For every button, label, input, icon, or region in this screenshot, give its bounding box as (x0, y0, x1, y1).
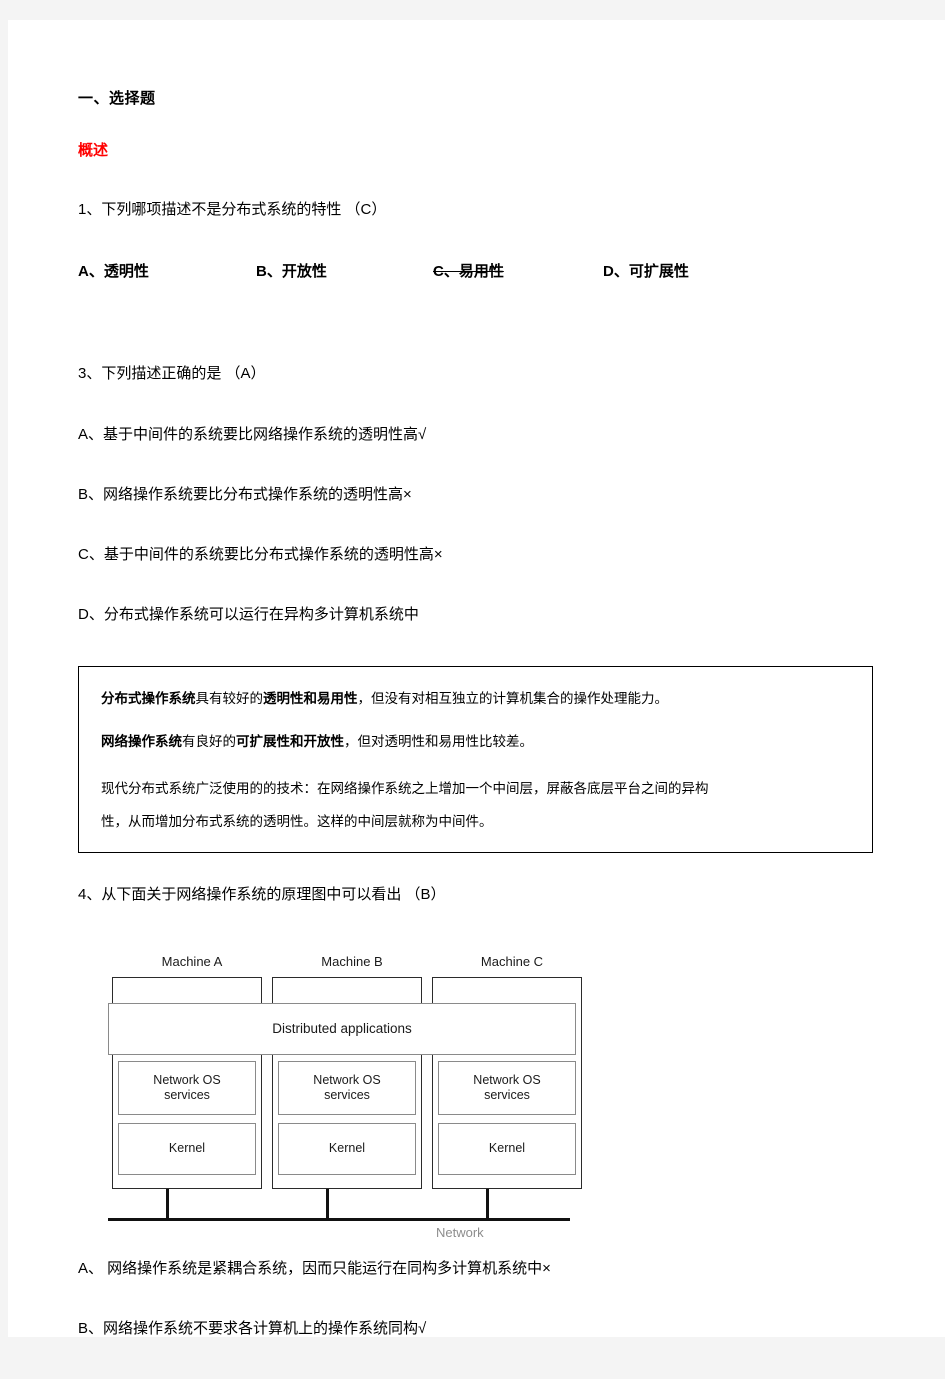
topic-heading: 概述 (78, 142, 109, 159)
machine-a-network-os-services-box: Network OS services (118, 1060, 256, 1115)
question-1-option-c: C、易用性 (433, 263, 504, 281)
services-line-2: services (164, 1087, 210, 1102)
machine-c-services-label: Network OS services (473, 1073, 540, 1104)
machine-a-label: Machine A (161, 953, 223, 969)
question-3-option-a: A、基于中间件的系统要比网络操作系统的透明性高√ (78, 425, 427, 443)
machine-c-kernel-label: Kernel (488, 1141, 526, 1156)
services-line-2: services (484, 1087, 530, 1102)
question-1-option-b: B、开放性 (256, 263, 327, 281)
diagram-inner: Machine A Machine B Machine C Distribute… (106, 953, 582, 1237)
machine-b-network-os-services-box: Network OS services (278, 1060, 416, 1115)
machine-b-services-label: Network OS services (313, 1073, 380, 1104)
machine-c-network-drop (486, 1188, 489, 1219)
machine-c-label: Machine C (480, 953, 544, 969)
machine-c-kernel-box: Kernel (438, 1122, 576, 1175)
machine-b-kernel-label: Kernel (328, 1141, 366, 1156)
question-3-prompt: 3、下列描述正确的是 （A） (78, 365, 266, 383)
note-line-1-tail: ，但没有对相互独立的计算机集合的操作处理能力。 (357, 690, 669, 706)
question-1-options: A、透明性 B、开放性 C、易用性 D、可扩展性 (78, 260, 888, 280)
note-line-4: 性，从而增加分布式系统的透明性。这样的中间层就称为中间件。 (101, 813, 493, 829)
question-1-option-d: D、可扩展性 (603, 263, 689, 281)
note-line-2-mid: 有良好的 (182, 734, 236, 750)
machine-b-network-drop (326, 1188, 329, 1219)
note-line-2: 网络操作系统有良好的可扩展性和开放性，但对透明性和易用性比较差。 (101, 732, 850, 752)
services-line-1: Network OS (313, 1072, 381, 1087)
services-line-1: Network OS (153, 1072, 221, 1087)
machine-a-kernel-label: Kernel (168, 1141, 206, 1156)
note-line-1-bold-attrs: 透明性和易用性 (263, 690, 358, 706)
document-page: 一、选择题 概述 1、下列哪项描述不是分布式系统的特性 （C） A、透明性 B、… (8, 20, 945, 1337)
note-line-1-mid: 具有较好的 (195, 690, 264, 706)
network-label: Network (436, 1224, 484, 1237)
network-os-diagram: Machine A Machine B Machine C Distribute… (96, 944, 588, 1237)
distributed-applications-box: Distributed applications (108, 1002, 576, 1055)
machine-b-kernel-box: Kernel (278, 1122, 416, 1175)
machine-a-network-drop (166, 1188, 169, 1219)
distributed-applications-label: Distributed applications (272, 1021, 412, 1037)
question-3-option-b: B、网络操作系统要比分布式操作系统的透明性高× (78, 485, 412, 503)
question-1-prompt: 1、下列哪项描述不是分布式系统的特性 （C） (78, 201, 387, 218)
explanation-note-box: 分布式操作系统具有较好的透明性和易用性，但没有对相互独立的计算机集合的操作处理能… (78, 665, 873, 853)
question-3-option-d: D、分布式操作系统可以运行在异构多计算机系统中 (78, 606, 419, 624)
diagram-frame: Machine A Machine B Machine C Distribute… (96, 944, 588, 1237)
document-content: 一、选择题 概述 1、下列哪项描述不是分布式系统的特性 （C） A、透明性 B、… (78, 90, 888, 1379)
services-line-1: Network OS (473, 1072, 541, 1087)
note-line-1-bold-term: 分布式操作系统 (101, 690, 196, 706)
section-heading: 一、选择题 (78, 90, 156, 107)
note-line-3: 现代分布式系统广泛使用的的技术：在网络操作系统之上增加一个中间层，屏蔽各底层平台… (101, 780, 709, 796)
question-4-option-b: B、网络操作系统不要求各计算机上的操作系统同构√ (78, 1320, 427, 1337)
question-4-option-a: A、 网络操作系统是紧耦合系统，因而只能运行在同构多计算机系统中× (78, 1259, 551, 1277)
network-bus-line (108, 1217, 570, 1221)
note-line-2-bold-term: 网络操作系统 (101, 734, 182, 750)
question-1-option-a: A、透明性 (78, 263, 149, 281)
question-3-option-c: C、基于中间件的系统要比分布式操作系统的透明性高× (78, 546, 443, 563)
note-line-1: 分布式操作系统具有较好的透明性和易用性，但没有对相互独立的计算机集合的操作处理能… (101, 689, 850, 709)
machine-a-services-label: Network OS services (153, 1073, 220, 1104)
machine-c-network-os-services-box: Network OS services (438, 1060, 576, 1115)
note-line-2-bold-attrs: 可扩展性和开放性 (236, 734, 344, 750)
note-line-2-tail: ，但对透明性和易用性比较差。 (344, 734, 533, 750)
question-4-prompt: 4、从下面关于网络操作系统的原理图中可以看出 （B） (78, 885, 446, 903)
machine-a-kernel-box: Kernel (118, 1122, 256, 1175)
machine-b-label: Machine B (321, 953, 383, 969)
services-line-2: services (324, 1087, 370, 1102)
